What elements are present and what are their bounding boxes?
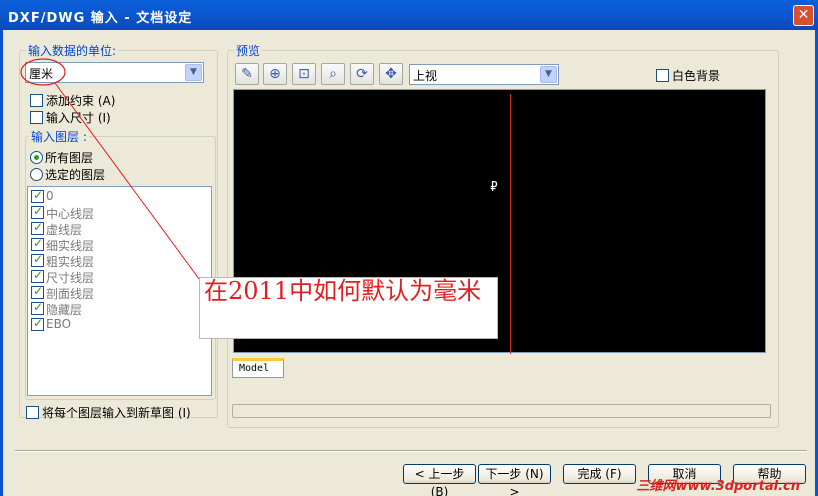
annotation-pointer-line — [54, 82, 206, 288]
annotation-ellipse — [20, 58, 66, 86]
annotation-overlay — [20, 58, 206, 288]
annotation-note: 在2011中如何默认为毫米 — [199, 277, 498, 339]
watermark: 三维网www.3dportal.cn — [636, 479, 800, 494]
